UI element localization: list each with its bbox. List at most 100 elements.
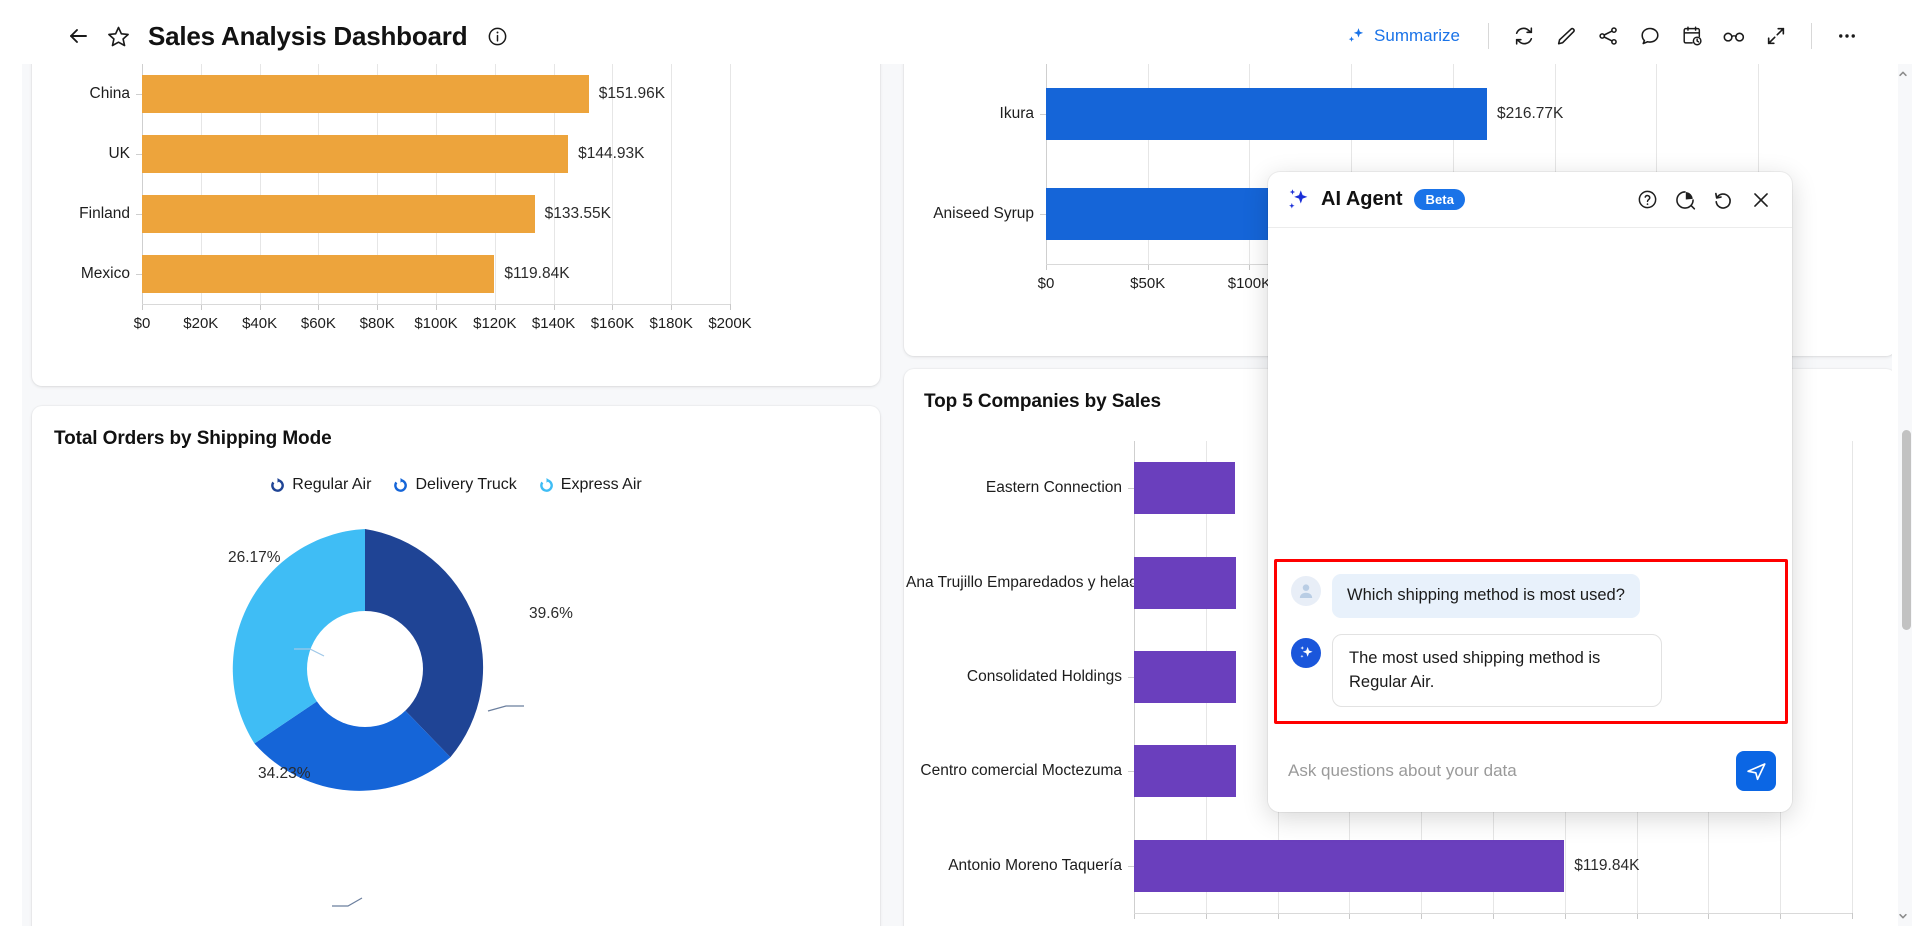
x-axis-tick-label: $0 [134, 315, 151, 332]
x-axis-tick-label: $60K [301, 315, 336, 332]
summarize-label: Summarize [1374, 26, 1460, 46]
donut-label-delivery-truck: 34.23% [258, 765, 311, 783]
bar-value-label: $133.55K [545, 205, 611, 223]
chart-bar[interactable] [142, 195, 535, 233]
chat-message-user: Which shipping method is most used? [1291, 574, 1771, 618]
donut-legend-icon [393, 478, 408, 493]
x-axis-tick-label: $200K [708, 315, 751, 332]
refresh-icon [1513, 25, 1535, 47]
ai-agent-panel[interactable]: AI Agent Beta [1268, 172, 1792, 812]
x-axis-line [1134, 913, 1852, 914]
y-axis-category-label: Ana Trujillo Emparedados y helados [906, 574, 1122, 592]
sparkle-avatar-icon [1291, 638, 1321, 668]
summarize-button[interactable]: Summarize [1334, 18, 1472, 54]
legend-item[interactable]: Regular Air [270, 476, 371, 494]
chat-bubble-assistant: The most used shipping method is Regular… [1332, 634, 1662, 708]
user-avatar-glyph [1296, 581, 1316, 601]
ai-reset-button[interactable] [1708, 185, 1738, 215]
chart-gridline [1852, 441, 1853, 913]
x-axis-tick-label: $100K [414, 315, 457, 332]
y-axis-category-label: Consolidated Holdings [906, 668, 1122, 686]
chart-bar[interactable] [142, 75, 589, 113]
donut-legend-icon [270, 478, 285, 493]
schedule-button[interactable] [1673, 17, 1711, 55]
comment-button[interactable] [1631, 17, 1669, 55]
fullscreen-icon [1765, 25, 1787, 47]
scrollbar-down-button[interactable] [1896, 908, 1910, 924]
x-axis-tick-label: $140K [532, 315, 575, 332]
scrollbar-up-button[interactable] [1896, 66, 1910, 82]
chart-bar[interactable] [1134, 745, 1236, 797]
glasses-icon [1722, 24, 1746, 48]
header-divider-2 [1811, 23, 1812, 49]
dashboard-info-button[interactable] [477, 16, 517, 56]
fullscreen-button[interactable] [1757, 17, 1795, 55]
card-title-shipping: Total Orders by Shipping Mode [54, 428, 332, 450]
bar-value-label: $119.84K [1574, 857, 1639, 875]
app-header: Sales Analysis Dashboard Summarize [22, 8, 1892, 64]
send-icon [1745, 760, 1768, 783]
legend-item[interactable]: Express Air [539, 476, 642, 494]
chart-bar[interactable] [1134, 840, 1564, 892]
star-outline-icon [107, 25, 130, 48]
y-axis-category-label: Eastern Connection [906, 479, 1122, 497]
header-actions-group: Summarize [1334, 17, 1866, 55]
more-options-button[interactable] [1828, 17, 1866, 55]
chart-bar[interactable] [1134, 462, 1235, 514]
x-axis-tick-label: $50K [1130, 275, 1165, 292]
ai-close-button[interactable] [1746, 185, 1776, 215]
ai-agent-title: AI Agent [1321, 188, 1402, 211]
x-axis-tick-label: $40K [242, 315, 277, 332]
ai-help-button[interactable] [1632, 185, 1662, 215]
sparkle-icon [1298, 644, 1315, 661]
chart-sales-by-country: $0$20K$40K$60K$80K$100K$120K$140K$160K$1… [142, 64, 730, 304]
ai-agent-beta-badge: Beta [1414, 189, 1465, 210]
x-axis-tick-label: $100K [1228, 275, 1271, 292]
share-icon [1597, 25, 1619, 47]
chart-bar[interactable] [142, 255, 494, 293]
page-title: Sales Analysis Dashboard [148, 21, 467, 52]
user-avatar-icon [1291, 576, 1321, 606]
header-divider-1 [1488, 23, 1489, 49]
header-left-group: Sales Analysis Dashboard [58, 16, 517, 56]
legend-item-label: Express Air [561, 476, 642, 494]
comment-icon [1639, 25, 1661, 47]
reset-history-icon [1712, 189, 1734, 211]
y-axis-category-label: Ikura [912, 105, 1034, 123]
y-axis-category-label: Mexico [44, 265, 130, 283]
close-icon [1750, 189, 1772, 211]
chart-gridline [730, 64, 731, 304]
ai-question-input[interactable] [1288, 761, 1726, 781]
schedule-icon [1681, 25, 1703, 47]
chart-bar[interactable] [1134, 651, 1236, 703]
chart-bar[interactable] [142, 135, 568, 173]
view-as-button[interactable] [1715, 17, 1753, 55]
axis-tickmark [1852, 913, 1853, 919]
favorite-button[interactable] [98, 16, 138, 56]
chart-bar[interactable] [1134, 557, 1236, 609]
arrow-left-icon [66, 24, 90, 48]
y-axis-category-label: Aniseed Syrup [912, 205, 1034, 223]
edit-button[interactable] [1547, 17, 1585, 55]
dashboard-app: Sales Analysis Dashboard Summarize [0, 0, 1914, 926]
info-circle-icon [487, 26, 508, 47]
donut-legend-icon [539, 478, 554, 493]
y-axis-category-label: Finland [44, 205, 130, 223]
refresh-button[interactable] [1505, 17, 1543, 55]
legend-item-label: Delivery Truck [415, 476, 516, 494]
ai-chart-theme-button[interactable] [1670, 185, 1700, 215]
chart-bar[interactable] [1046, 88, 1487, 140]
card-sales-by-country[interactable]: $0$20K$40K$60K$80K$100K$120K$140K$160K$1… [32, 64, 880, 386]
donut-label-express-air: 26.17% [228, 549, 281, 567]
ai-agent-conversation[interactable]: Which shipping method is most used? The … [1268, 228, 1792, 730]
y-axis-category-label: China [44, 85, 130, 103]
share-button[interactable] [1589, 17, 1627, 55]
x-axis-tick-label: $80K [360, 315, 395, 332]
ai-agent-header-actions [1632, 185, 1776, 215]
page-scrollbar-thumb[interactable] [1902, 430, 1911, 630]
donut-label-regular-air: 39.6% [529, 605, 573, 623]
legend-item[interactable]: Delivery Truck [393, 476, 516, 494]
ai-send-button[interactable] [1736, 751, 1776, 791]
back-button[interactable] [58, 16, 98, 56]
card-total-orders-by-shipping-mode[interactable]: Total Orders by Shipping Mode Regular Ai… [32, 406, 880, 926]
